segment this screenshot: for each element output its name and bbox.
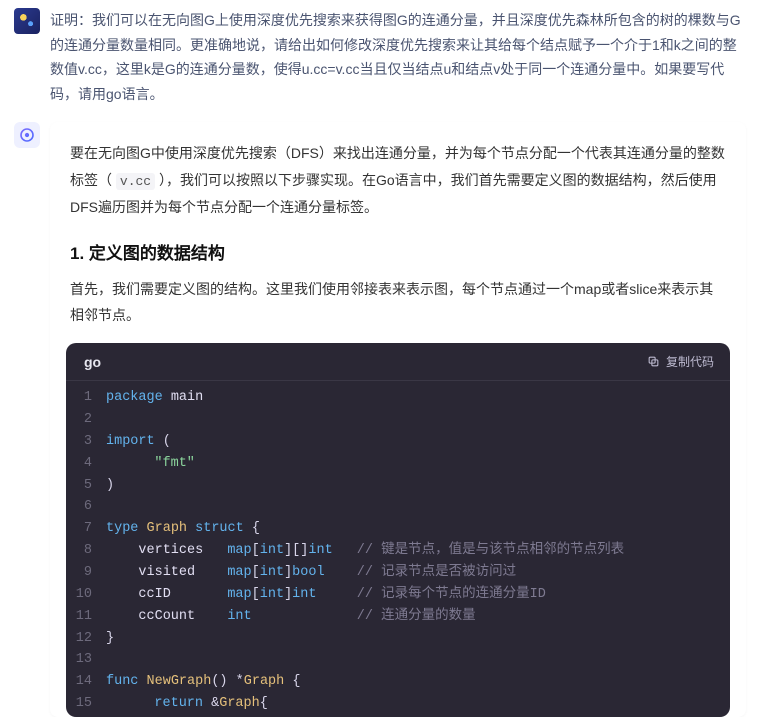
code-content: import ( [106, 431, 187, 453]
code-content: func NewGraph() *Graph { [106, 671, 316, 693]
copy-code-button[interactable]: 复制代码 [647, 353, 714, 370]
copy-icon [647, 355, 660, 368]
code-language-label: go [84, 354, 101, 370]
code-line: 5) [66, 475, 730, 497]
code-line: 9 visited map[int]bool // 记录节点是否被访问过 [66, 562, 730, 584]
code-line: 1package main [66, 387, 730, 409]
assistant-message-row: 要在无向图G中使用深度优先搜索（DFS）来找出连通分量，并为每个节点分配一个代表… [14, 122, 746, 717]
section-1-para: 首先，我们需要定义图的结构。这里我们使用邻接表来表示图，每个节点通过一个map或… [70, 276, 726, 329]
line-number: 3 [66, 431, 106, 453]
code-block: go 复制代码 1package main2 3import (4 "fmt"5… [66, 343, 730, 717]
line-number: 15 [66, 693, 106, 715]
assistant-avatar [14, 122, 40, 148]
line-number: 8 [66, 540, 106, 562]
chat-page: 证明：我们可以在无向图G上使用深度优先搜索来获得图G的连通分量，并且深度优先森林… [0, 0, 760, 717]
line-number: 11 [66, 606, 106, 628]
assistant-intro-para: 要在无向图G中使用深度优先搜索（DFS）来找出连通分量，并为每个节点分配一个代表… [70, 140, 726, 221]
code-content: vertices map[int][]int // 键是节点，值是与该节点相邻的… [106, 540, 640, 562]
code-content: visited map[int]bool // 记录节点是否被访问过 [106, 562, 532, 584]
user-message-row: 证明：我们可以在无向图G上使用深度优先搜索来获得图G的连通分量，并且深度优先森林… [14, 8, 746, 106]
code-content: ) [106, 475, 130, 497]
code-content: "fmt" [106, 453, 211, 475]
section-1-heading: 1. 定义图的数据结构 [70, 239, 726, 264]
code-line: 2 [66, 409, 730, 431]
code-line: 12} [66, 628, 730, 650]
code-line: 6 [66, 496, 730, 518]
code-content: ccID map[int]int // 记录每个节点的连通分量ID [106, 584, 562, 606]
line-number: 7 [66, 518, 106, 540]
code-content [106, 496, 130, 518]
line-number: 14 [66, 671, 106, 693]
user-avatar [14, 8, 40, 34]
code-line: 3import ( [66, 431, 730, 453]
line-number: 9 [66, 562, 106, 584]
line-number: 10 [66, 584, 106, 606]
line-number: 2 [66, 409, 106, 431]
line-number: 13 [66, 649, 106, 671]
code-line: 4 "fmt" [66, 453, 730, 475]
assistant-logo-icon [19, 127, 35, 143]
code-body[interactable]: 1package main2 3import (4 "fmt"5)6 7type… [66, 381, 730, 717]
line-number: 12 [66, 628, 106, 650]
copy-code-label: 复制代码 [666, 353, 714, 370]
code-line: 7type Graph struct { [66, 518, 730, 540]
code-content: ccCount int // 连通分量的数量 [106, 606, 492, 628]
code-content: } [106, 628, 130, 650]
code-line: 14func NewGraph() *Graph { [66, 671, 730, 693]
line-number: 1 [66, 387, 106, 409]
line-number: 4 [66, 453, 106, 475]
code-line: 15 return &Graph{ [66, 693, 730, 715]
code-content: return &Graph{ [106, 693, 284, 715]
code-block-header: go 复制代码 [66, 343, 730, 381]
code-content: type Graph struct { [106, 518, 276, 540]
line-number: 6 [66, 496, 106, 518]
code-line: 10 ccID map[int]int // 记录每个节点的连通分量ID [66, 584, 730, 606]
code-line: 13 [66, 649, 730, 671]
code-content [106, 649, 130, 671]
inline-code-vcc: v.cc [116, 173, 155, 190]
line-number: 5 [66, 475, 106, 497]
user-message-text: 证明：我们可以在无向图G上使用深度优先搜索来获得图G的连通分量，并且深度优先森林… [50, 8, 746, 106]
code-content [106, 409, 130, 431]
assistant-body: 要在无向图G中使用深度优先搜索（DFS）来找出连通分量，并为每个节点分配一个代表… [50, 122, 746, 717]
code-content: package main [106, 387, 219, 409]
code-line: 8 vertices map[int][]int // 键是节点，值是与该节点相… [66, 540, 730, 562]
code-line: 11 ccCount int // 连通分量的数量 [66, 606, 730, 628]
intro-text-suffix: ），我们可以按照以下步骤实现。在Go语言中，我们首先需要定义图的数据结构，然后使… [70, 172, 717, 216]
